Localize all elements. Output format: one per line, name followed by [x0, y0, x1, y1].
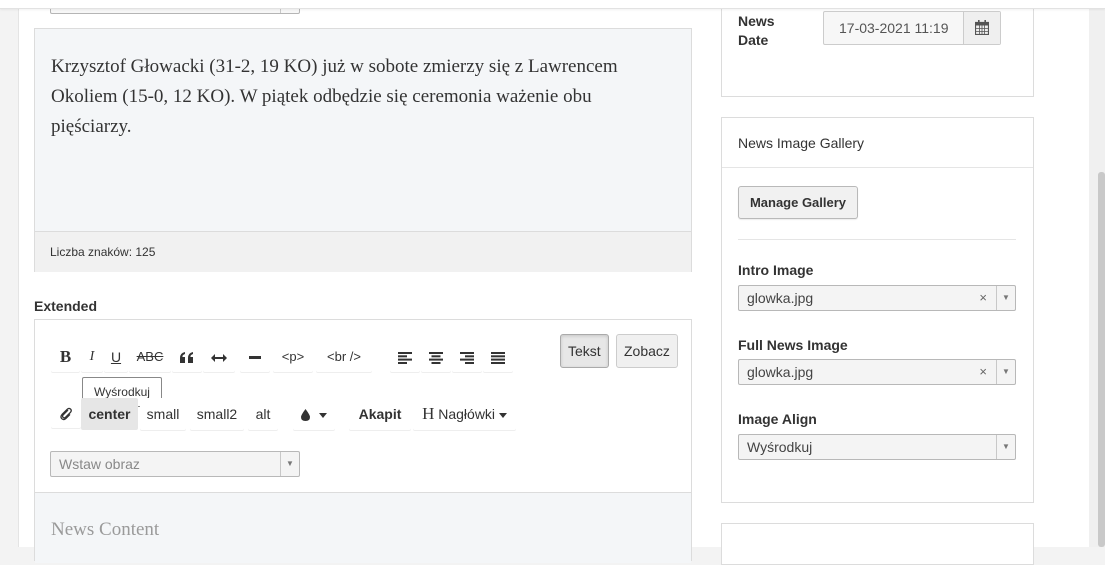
chevron-down-icon: ▼ — [996, 360, 1015, 384]
align-right-icon — [460, 352, 474, 365]
gallery-title: News Image Gallery — [738, 135, 865, 151]
arrows-horizontal-icon — [211, 354, 227, 363]
calendar-icon — [975, 20, 989, 35]
intro-text-content[interactable]: Krzysztof Głowacki (31-2, 19 KO) już w s… — [51, 52, 671, 142]
headings-dropdown-button[interactable]: H Nagłówki — [413, 398, 516, 430]
clear-icon[interactable]: × — [979, 364, 987, 379]
scrollbar-thumb[interactable] — [1098, 172, 1105, 547]
heading-icon: H — [422, 404, 435, 423]
drop-icon — [301, 409, 311, 422]
align-center-icon — [429, 352, 443, 365]
news-date-label: News Date — [738, 13, 775, 48]
tab-view[interactable]: Zobacz — [616, 334, 678, 368]
chevron-down-icon: ▼ — [996, 286, 1015, 310]
caret-down-icon — [318, 412, 327, 418]
clear-icon[interactable]: × — [979, 290, 987, 305]
news-content-placeholder: News Content — [51, 519, 160, 540]
news-date-input[interactable]: 17-03-2021 11:19 — [823, 11, 1001, 45]
insert-image-placeholder: Wstaw obraz — [59, 456, 140, 472]
extended-label: Extended — [34, 298, 98, 314]
full-news-image-select[interactable]: glowka.jpg × ▼ — [738, 359, 1016, 385]
chevron-down-icon: ▼ — [996, 435, 1015, 459]
bold-button[interactable]: B — [51, 342, 80, 372]
image-align-label: Image Align — [738, 411, 817, 427]
news-content-area[interactable]: News Content — [35, 492, 691, 563]
image-align-value: Wyśrodkuj — [747, 439, 813, 455]
blockquote-button[interactable] — [172, 342, 202, 372]
caret-down-icon — [498, 412, 507, 418]
line-break-button[interactable]: <br /> — [316, 342, 372, 372]
image-align-select[interactable]: Wyśrodkuj ▼ — [738, 434, 1016, 460]
color-dropdown-button[interactable] — [293, 398, 335, 430]
align-center-button[interactable] — [421, 342, 451, 372]
intro-text-editor[interactable]: Krzysztof Głowacki (31-2, 19 KO) już w s… — [34, 28, 692, 272]
char-count: Liczba znaków: 125 — [50, 245, 156, 259]
align-left-icon — [398, 352, 412, 365]
align-justify-icon — [491, 352, 505, 365]
minus-icon — [249, 356, 261, 360]
next-box — [721, 523, 1034, 565]
headings-label: Nagłówki — [438, 406, 496, 422]
insert-image-select[interactable]: Wstaw obraz ▼ — [50, 451, 300, 477]
divider — [738, 239, 1016, 240]
strikethrough-button[interactable]: ABC — [129, 342, 171, 372]
quote-icon — [180, 352, 193, 364]
horizontal-link-button[interactable] — [203, 342, 235, 372]
news-date-value: 17-03-2021 11:19 — [839, 20, 949, 36]
intro-image-label: Intro Image — [738, 262, 814, 278]
tab-text[interactable]: Tekst — [560, 334, 609, 368]
attach-button[interactable] — [51, 398, 81, 428]
align-justify-button[interactable] — [483, 342, 513, 372]
top-bar — [0, 0, 1105, 9]
small-button[interactable]: small — [140, 398, 186, 430]
intro-image-select[interactable]: glowka.jpg × ▼ — [738, 285, 1016, 311]
paperclip-icon — [60, 408, 72, 421]
align-right-button[interactable] — [452, 342, 482, 372]
align-left-button[interactable] — [390, 342, 420, 372]
small2-button[interactable]: small2 — [190, 398, 244, 430]
alt-button[interactable]: alt — [248, 398, 278, 430]
editor-status-bar: Liczba znaków: 125 — [35, 231, 691, 272]
calendar-button[interactable] — [963, 12, 1000, 44]
paragraph-format-button[interactable]: Akapit — [349, 398, 411, 430]
horizontal-rule-button[interactable] — [240, 342, 270, 372]
paragraph-button[interactable]: <p> — [273, 342, 313, 372]
manage-gallery-button[interactable]: Manage Gallery — [738, 186, 858, 219]
full-news-image-value: glowka.jpg — [747, 364, 814, 380]
full-news-image-label: Full News Image — [738, 337, 848, 353]
center-button[interactable]: center — [81, 398, 138, 430]
chevron-down-icon: ▼ — [280, 452, 299, 476]
intro-image-value: glowka.jpg — [747, 290, 814, 306]
underline-button[interactable]: U — [104, 342, 128, 372]
divider — [722, 167, 1033, 168]
italic-button[interactable]: I — [81, 342, 103, 372]
